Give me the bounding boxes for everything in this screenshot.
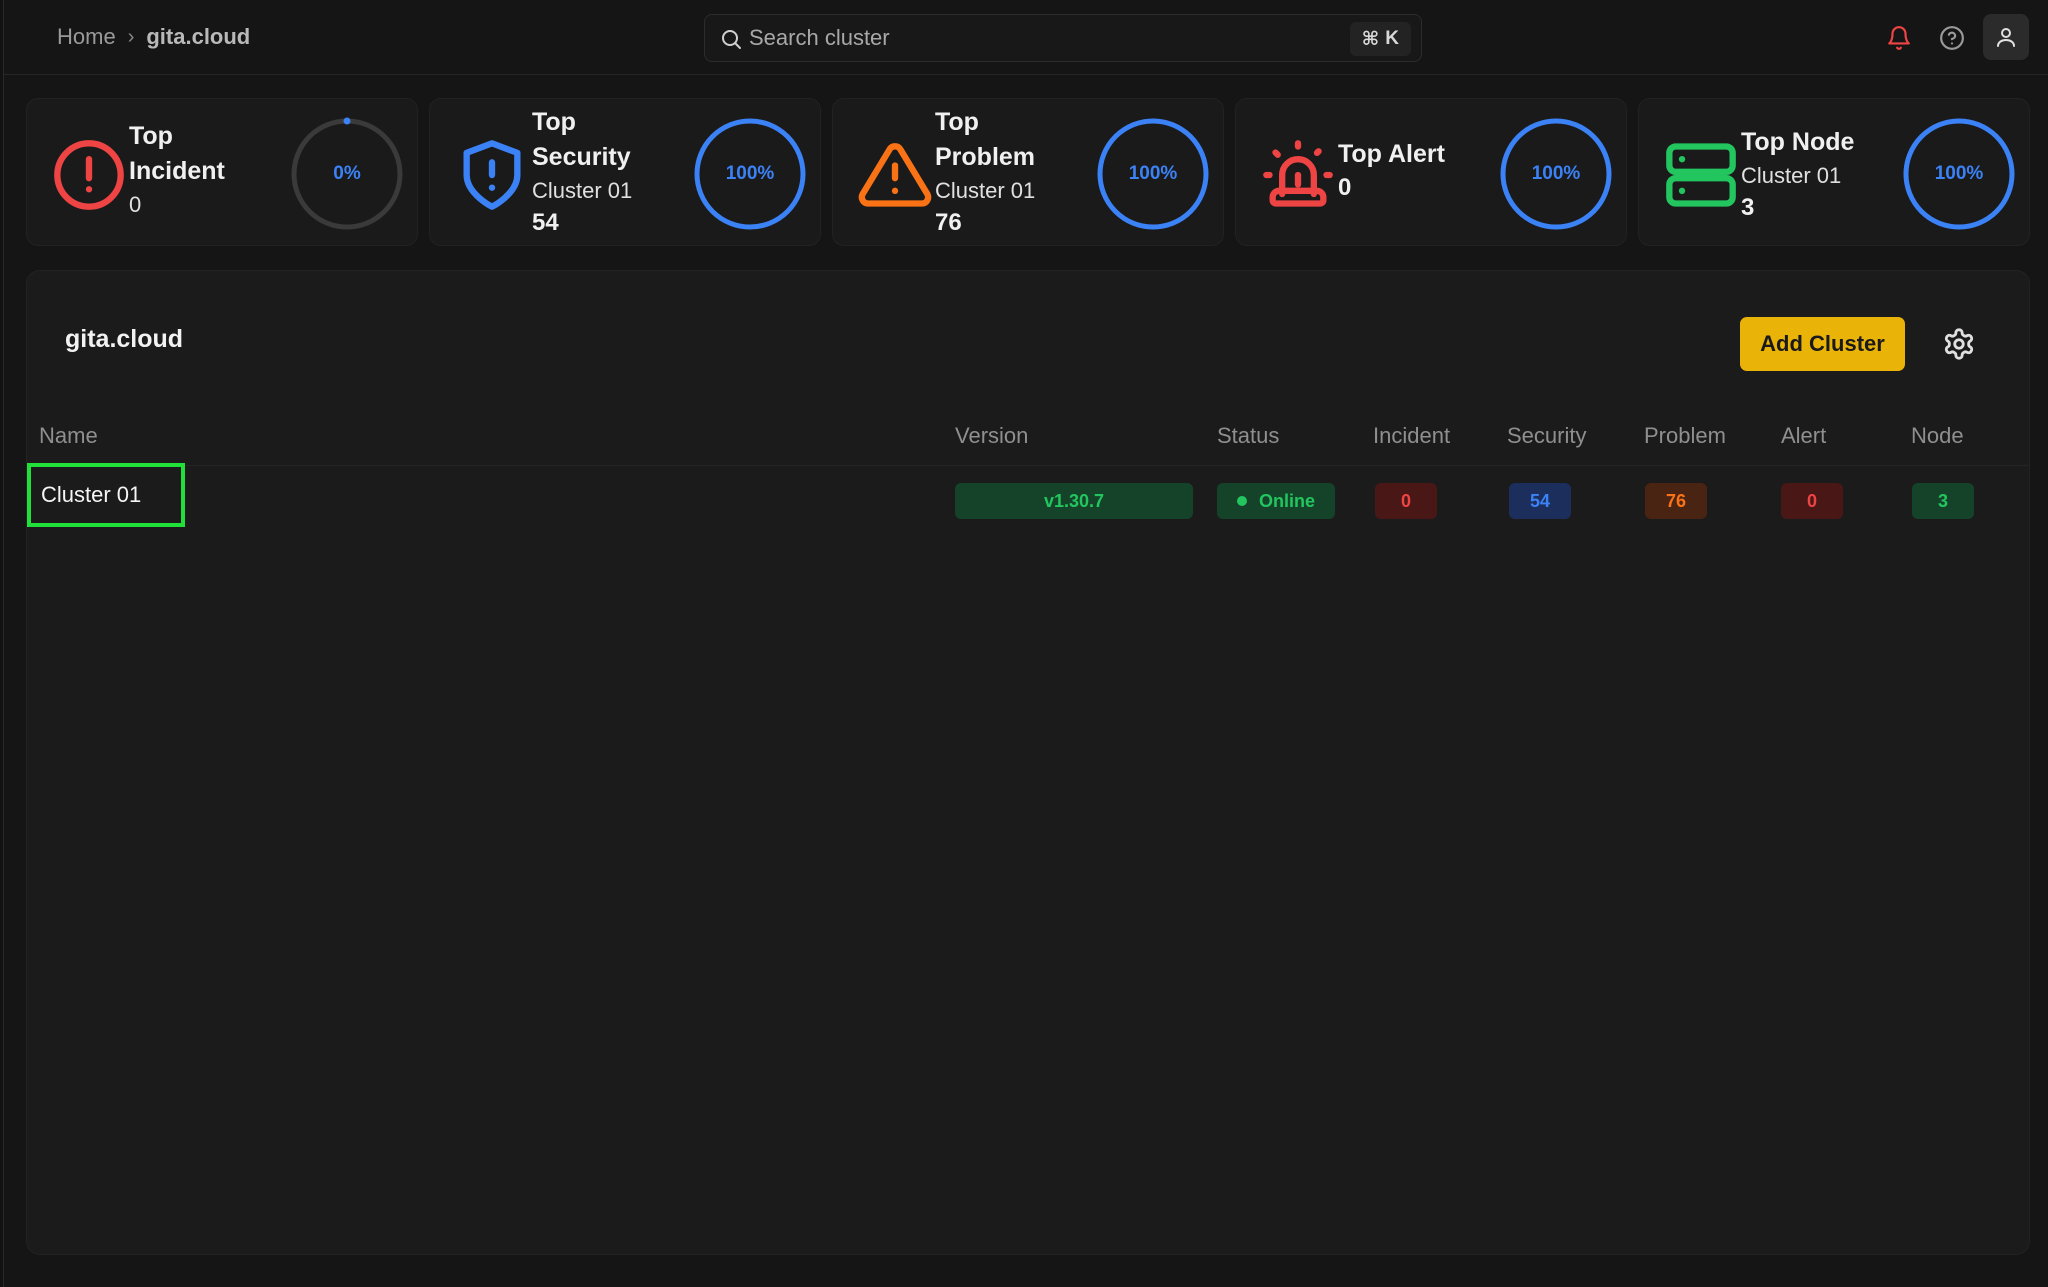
search-bar[interactable]: ⌘ K xyxy=(704,14,1422,62)
column-header-incident[interactable]: Incident xyxy=(1373,423,1450,449)
clusters-panel: gita.cloud Add Cluster Name Version Stat… xyxy=(26,270,2030,1255)
card-title: Incident xyxy=(129,157,225,185)
command-key-icon: ⌘ xyxy=(1361,28,1380,50)
user-menu-button[interactable] xyxy=(1983,14,2029,60)
stat-card-top-problem[interactable]: Top Problem Cluster 01 76 100% xyxy=(832,98,1224,246)
column-header-problem[interactable]: Problem xyxy=(1644,423,1726,449)
column-header-node[interactable]: Node xyxy=(1911,423,1964,449)
card-subtitle: Cluster 01 xyxy=(1741,163,1842,188)
incident-count-badge: 0 xyxy=(1375,483,1437,519)
card-value: 0 xyxy=(129,192,142,217)
alert-circle-icon xyxy=(54,140,124,210)
search-icon xyxy=(722,30,741,49)
column-header-version[interactable]: Version xyxy=(955,423,1028,449)
gear-icon xyxy=(1944,328,1974,360)
top-bar: Home › gita.cloud ⌘ K xyxy=(4,0,2048,75)
siren-icon xyxy=(1263,140,1333,207)
status-label: Online xyxy=(1258,490,1315,511)
divider xyxy=(27,465,2029,466)
progress-label: 100% xyxy=(1128,163,1178,184)
notifications-button[interactable] xyxy=(1877,16,1921,60)
progress-label: 100% xyxy=(1531,163,1581,184)
card-title: Top Alert xyxy=(1338,140,1445,168)
card-title: Security xyxy=(532,143,631,171)
shield-alert-icon xyxy=(463,140,521,210)
column-header-alert[interactable]: Alert xyxy=(1781,423,1826,449)
card-subtitle: Cluster 01 xyxy=(935,178,1036,203)
problem-count-badge: 76 xyxy=(1645,483,1707,519)
column-header-security[interactable]: Security xyxy=(1507,423,1586,449)
search-input[interactable] xyxy=(749,15,1329,61)
card-value: 0 xyxy=(1338,174,1352,201)
progress-label: 0% xyxy=(333,163,361,184)
stat-card-top-node[interactable]: Top Node Cluster 01 3 100% xyxy=(1638,98,2030,246)
server-icon xyxy=(1666,143,1736,207)
breadcrumb-current: gita.cloud xyxy=(146,24,251,49)
breadcrumb-home-link[interactable]: Home xyxy=(57,24,116,50)
version-badge: v1.30.7 xyxy=(955,483,1193,519)
card-title: Top xyxy=(532,108,576,136)
chevron-right-icon: › xyxy=(127,25,135,48)
card-title: Top xyxy=(935,108,979,136)
card-value: 3 xyxy=(1741,194,1755,221)
breadcrumb: Home › gita.cloud xyxy=(57,24,250,50)
shortcut-key: K xyxy=(1385,28,1399,49)
user-icon xyxy=(1997,28,2015,47)
search-shortcut-hint: ⌘ K xyxy=(1349,22,1411,56)
column-header-name[interactable]: Name xyxy=(39,423,98,449)
stat-card-top-incident[interactable]: Top Incident 0 0% xyxy=(26,98,418,246)
status-badge: Online xyxy=(1217,483,1335,519)
help-button[interactable] xyxy=(1930,16,1974,60)
card-title: Top xyxy=(129,122,173,150)
card-value: 76 xyxy=(935,209,962,236)
cluster-name-link[interactable]: Cluster 01 xyxy=(27,463,185,527)
progress-label: 100% xyxy=(725,163,775,184)
progress-label: 100% xyxy=(1934,163,1984,184)
node-count-badge: 3 xyxy=(1912,483,1974,519)
card-title: Top Node xyxy=(1741,128,1855,156)
card-subtitle: Cluster 01 xyxy=(532,178,633,203)
card-value: 54 xyxy=(532,209,559,236)
bell-icon xyxy=(1888,26,1910,50)
add-cluster-button[interactable]: Add Cluster xyxy=(1740,317,1905,371)
app-window: Home › gita.cloud ⌘ K xyxy=(3,0,2048,1287)
settings-button[interactable] xyxy=(1942,327,1976,361)
security-count-badge: 54 xyxy=(1509,483,1571,519)
help-circle-icon xyxy=(1940,26,1964,50)
column-header-status[interactable]: Status xyxy=(1217,423,1279,449)
stat-card-top-alert[interactable]: Top Alert 0 100% xyxy=(1235,98,1627,246)
alert-count-badge: 0 xyxy=(1781,483,1843,519)
stat-card-top-security[interactable]: Top Security Cluster 01 54 100% xyxy=(429,98,821,246)
warning-triangle-icon xyxy=(858,143,932,207)
card-title: Problem xyxy=(935,143,1036,171)
panel-title: gita.cloud xyxy=(65,325,184,353)
status-dot-icon xyxy=(1236,496,1247,506)
